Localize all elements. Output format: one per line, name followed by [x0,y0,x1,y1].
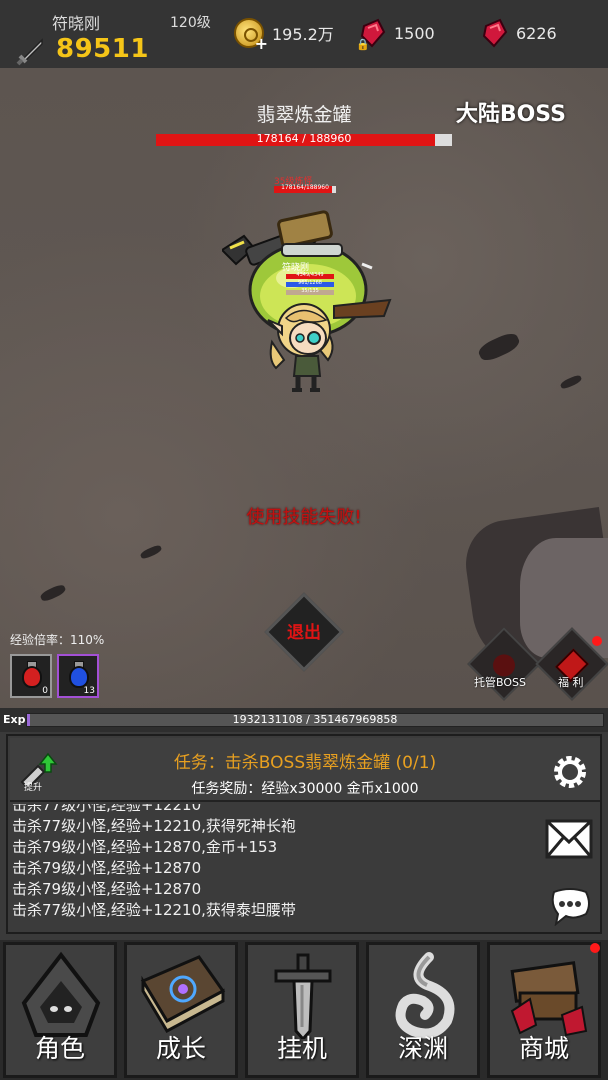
exp-label: Exp [3,713,26,726]
log-line: 击杀77级小怪,经验+12210,获得泰坦腰带 [12,901,296,919]
gem-display: 6226 [482,18,557,48]
hero-character[interactable] [264,290,344,394]
gem-value: 6226 [516,23,557,43]
log-line: 击杀77级小怪,经验+12210,获得死神长袍 [12,817,296,835]
exp-rate-text: 经验倍率：110% [10,633,105,647]
exit-battle-label[interactable]: 退出 [276,618,332,643]
enemy-mini-hp-bar: 178164/188960 [274,184,336,193]
swirl-icon [395,952,455,1039]
boss-hp-bar: 178164 / 188960 [156,132,452,146]
player-name: 符晓刚 [52,14,101,33]
power-sword-icon [16,38,43,66]
nav-character-label: 角色 [34,1034,85,1063]
ground-crack [476,329,522,365]
hero-hp-text: 4349/4349 [296,272,324,278]
red-potion-count: 0 [42,686,48,696]
red-gem-icon [482,18,508,48]
battle-log: 击杀77级小怪,经验+12210 击杀77级小怪,经验+12210,获得死神长袍击… [12,804,532,930]
player-level: 120级 [170,15,211,31]
settings-gear-icon[interactable] [550,752,590,792]
sword-icon [274,953,332,1039]
log-line: 击杀79级小怪,经验+12870 [12,880,202,898]
task-reward: 任务奖励：经验x30000 金币x1000 [191,781,419,797]
hood-icon [21,951,101,1037]
nav-growth[interactable]: 成长 [124,942,238,1078]
gold-value: 195.2万 [272,25,334,44]
blue-potion-slot[interactable]: 13 [57,654,99,698]
gold-display[interactable]: + 195.2万 [234,18,334,52]
hero-hp-bar: 4349/4349 [286,272,334,279]
task-box: 提升 任务：击杀BOSS翡翠炼金罐 (0/1) 任务奖励：经验x30000 金币… [10,738,600,802]
nav-shop-label: 商城 [518,1034,569,1063]
locked-gem-value: 1500 [394,23,435,43]
task-log-panel: 提升 任务：击杀BOSS翡翠炼金罐 (0/1) 任务奖励：经验x30000 金币… [6,734,602,934]
exp-bar-row: Exp 1932131108 / 351467969858 [0,708,608,732]
nav-abyss[interactable]: 深渊 [366,942,480,1078]
blue-potion-icon [69,666,89,688]
gold-coin-icon: + [234,18,268,52]
hero-mp-text: 961/1268 [298,280,322,286]
combat-power: 89511 [56,34,149,64]
spellbook-icon [140,955,226,1033]
ground-crack [139,543,163,561]
ground-crack [39,582,67,604]
red-potion-icon [22,666,42,688]
boss-hp-text: 178164 / 188960 [256,132,352,145]
welfare-label[interactable]: 福 利 [558,674,584,690]
battle-scene: 翡翠炼金罐 大陆BOSS 178164 / 188960 35级炼怪 17816… [0,68,608,708]
nav-abyss-label: 深渊 [397,1034,448,1063]
task-title: 任务：击杀BOSS翡翠炼金罐 (0/1) [173,753,437,773]
log-line: 击杀77级小怪,经验+12210 [12,804,202,814]
log-line: 击杀79级小怪,经验+12870 [12,859,202,877]
skill-fail-message: 使用技能失败! [246,507,362,528]
top-bar: 符晓刚 120级 89511 + 195.2万 1500 🔒 6226 [0,0,608,68]
shop-notification-dot [590,943,600,953]
enemy-mini-hp-text: 178164/188960 [281,184,329,191]
locked-gem-display: 1500 [360,18,435,48]
nav-character[interactable]: 角色 [3,942,117,1078]
mail-icon[interactable] [544,818,594,860]
nav-idle[interactable]: 挂机 [245,942,359,1078]
chat-bubble-icon[interactable] [548,886,592,926]
chest-icon [510,961,588,1037]
auto-boss-label[interactable]: 托管BOSS [474,674,526,690]
nav-growth-label: 成长 [155,1034,206,1063]
boss-type-label: 大陆BOSS [455,102,566,127]
nav-idle-label: 挂机 [276,1034,327,1063]
bottom-nav: 角色 成长 挂机 深渊 商城 [0,940,608,1080]
ground-crack [559,373,583,391]
blue-potion-count: 13 [83,686,95,696]
lock-icon: 🔒 [356,38,370,51]
red-potion-slot[interactable]: 0 [10,654,52,698]
welfare-notification-dot [592,636,602,646]
exp-text: 1932131108 / 351467969858 [232,713,398,726]
hero-mp-bar: 961/1268 [286,280,334,287]
log-line: 击杀79级小怪,经验+12870,金币+153 [12,838,278,856]
nav-shop[interactable]: 商城 [487,942,601,1078]
